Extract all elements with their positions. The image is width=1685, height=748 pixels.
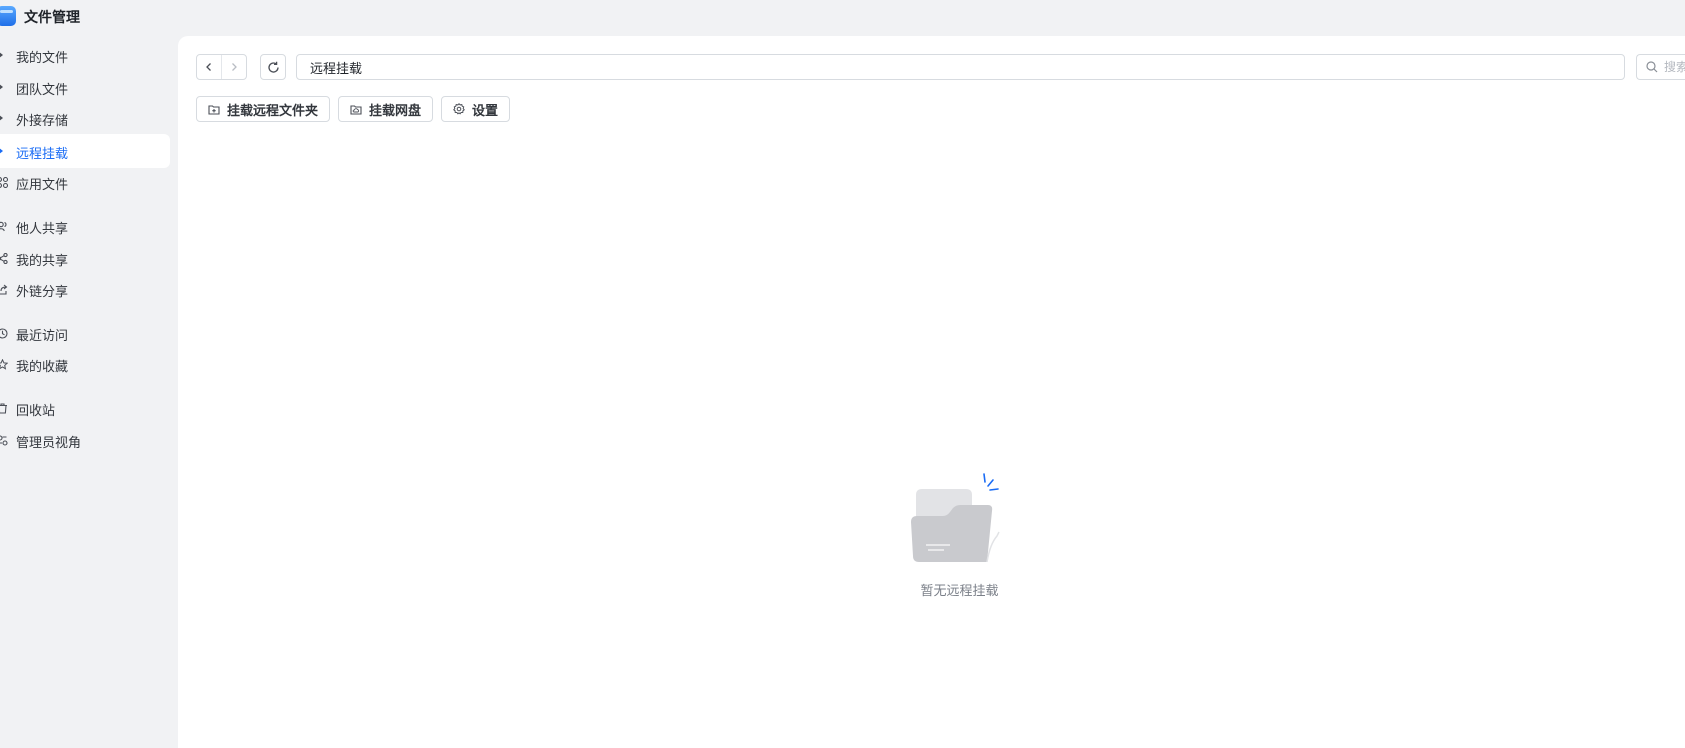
sidebar-item-my-files[interactable]: 我的文件 (0, 38, 170, 72)
empty-state-message: 暂无远程挂载 (920, 584, 999, 599)
sidebar-item-shared-with-me[interactable]: 他人共享 (0, 209, 170, 243)
cloud-folder-icon (350, 103, 362, 115)
sidebar-item-label: 回收站 (16, 404, 56, 419)
sidebar-item-label: 我的文件 (16, 51, 69, 66)
sidebar-item-external-storage[interactable]: 外接存储 (0, 101, 170, 135)
mount-remote-folder-button[interactable]: 挂载远程文件夹 (196, 96, 331, 122)
clock-icon (0, 326, 9, 340)
star-icon (0, 357, 9, 371)
external-link-icon (0, 282, 9, 296)
trash-icon (0, 401, 9, 415)
sidebar-item-external-link-share[interactable]: 外链分享 (0, 272, 170, 306)
search-icon (1646, 61, 1658, 73)
sidebar-item-label: 外接存储 (16, 114, 69, 129)
caret-right-icon (0, 144, 9, 158)
path-bar[interactable]: 远程挂载 (296, 54, 1625, 80)
sidebar: 我的文件 团队文件 外接存储 远程挂载 应用文件 他人共享 我的共享 外链分享 … (0, 36, 176, 748)
sidebar-item-label: 管理员视角 (16, 436, 82, 451)
forward-button[interactable] (221, 55, 246, 79)
sidebar-item-label: 外链分享 (16, 285, 69, 300)
mount-cloud-drive-button[interactable]: 挂载网盘 (338, 96, 434, 122)
sidebar-item-label: 我的共享 (16, 254, 69, 269)
settings-button[interactable]: 设置 (441, 96, 511, 122)
refresh-button[interactable] (260, 54, 286, 80)
sidebar-item-label: 我的收藏 (16, 360, 69, 375)
sidebar-item-label: 应用文件 (16, 178, 69, 193)
back-button[interactable] (197, 55, 221, 79)
caret-right-icon (0, 48, 9, 62)
chevron-right-icon (232, 63, 238, 71)
file-manager-window: 文件管理 我的文件 团队文件 外接存储 远程挂载 应用文件 他人共享 我的共享 … (0, 0, 1685, 748)
caret-right-icon (0, 111, 9, 125)
sidebar-item-favorites[interactable]: 我的收藏 (0, 347, 170, 381)
history-nav (196, 54, 247, 80)
admin-icon (0, 433, 9, 447)
button-label: 挂载远程文件夹 (227, 103, 319, 119)
folder-logo-icon (0, 6, 16, 26)
apps-icon (0, 175, 9, 189)
chevron-left-icon (206, 63, 212, 71)
sidebar-item-my-shares[interactable]: 我的共享 (0, 241, 170, 275)
sidebar-item-app-files[interactable]: 应用文件 (0, 165, 170, 199)
sidebar-item-recycle-bin[interactable]: 回收站 (0, 391, 170, 425)
sidebar-item-admin-view[interactable]: 管理员视角 (0, 423, 170, 457)
search-box[interactable] (1636, 54, 1685, 80)
sidebar-item-team-files[interactable]: 团队文件 (0, 70, 170, 104)
content-panel: 远程挂载 挂载远程文件夹 挂载网盘 (178, 36, 1685, 748)
gear-icon (453, 103, 465, 115)
sidebar-item-recent[interactable]: 最近访问 (0, 316, 170, 350)
share-icon (0, 251, 9, 265)
sidebar-item-remote-mount[interactable]: 远程挂载 (0, 134, 170, 168)
empty-folder-illustration (900, 434, 1020, 574)
title-bar: 文件管理 (0, 0, 300, 34)
toolbar: 挂载远程文件夹 挂载网盘 设置 (196, 96, 511, 122)
users-icon (0, 219, 9, 233)
search-input[interactable] (1664, 60, 1685, 74)
button-label: 设置 (472, 103, 499, 119)
sidebar-item-label: 他人共享 (16, 222, 69, 237)
sidebar-item-label: 最近访问 (16, 329, 69, 344)
button-label: 挂载网盘 (369, 103, 422, 119)
caret-right-icon (0, 80, 9, 94)
app-title: 文件管理 (24, 10, 80, 26)
refresh-icon (267, 61, 279, 73)
sidebar-item-label: 团队文件 (16, 83, 69, 98)
folder-add-icon (208, 103, 220, 115)
current-path: 远程挂载 (310, 61, 363, 77)
sidebar-item-label: 远程挂载 (16, 147, 69, 162)
